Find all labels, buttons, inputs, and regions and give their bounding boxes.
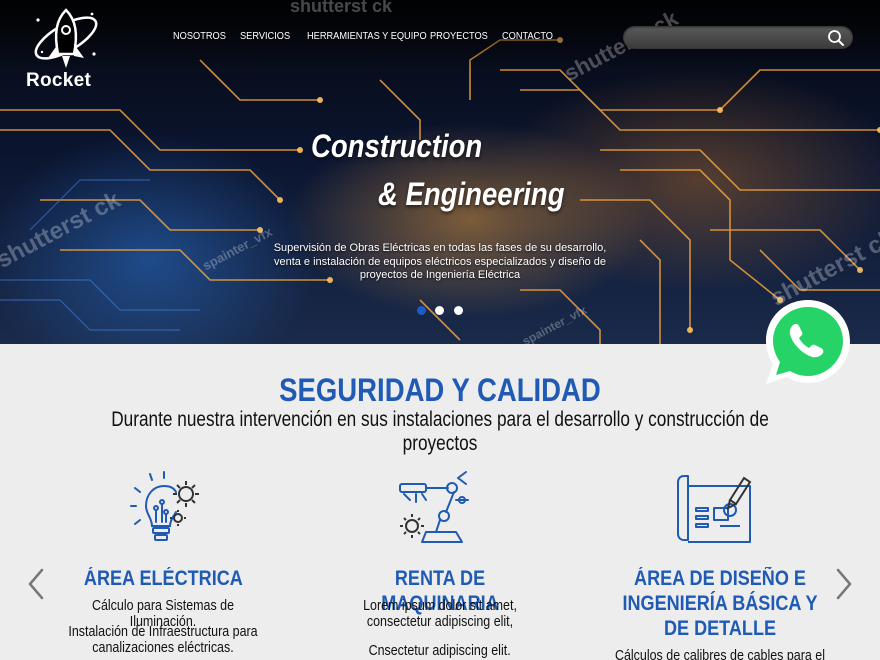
slider-dot-2[interactable] bbox=[435, 306, 444, 315]
slider-dot-1[interactable] bbox=[417, 306, 426, 315]
lightbulb-gear-icon bbox=[130, 471, 199, 541]
nav-item-nosotros[interactable]: NOSOTROS bbox=[173, 30, 226, 42]
card-text-electrica-2: Instalación de Infraestructura para cana… bbox=[68, 624, 258, 656]
section-title: SEGURIDAD Y CALIDAD bbox=[279, 372, 601, 408]
brand-name[interactable]: Rocket bbox=[26, 70, 91, 92]
card-title-area-diseno: ÁREA DE DISEÑO E INGENIERÍA BÁSICA Y DE … bbox=[622, 567, 818, 640]
nav-item-herramientas[interactable]: HERRAMIENTAS Y EQUIPO bbox=[307, 30, 427, 42]
nav-item-proyectos[interactable]: PROYECTOS bbox=[430, 30, 488, 42]
section-subtitle: Durante nuestra intervención en sus inst… bbox=[111, 408, 769, 455]
nav-item-servicios[interactable]: SERVICIOS bbox=[240, 30, 290, 42]
chevron-right-icon[interactable] bbox=[832, 566, 856, 602]
hero-title-line1: Construction bbox=[311, 128, 483, 164]
chevron-left-icon[interactable] bbox=[24, 566, 48, 602]
card-text-maquinaria-1: Lorem ipsum dolor sit amet, consectetur … bbox=[363, 598, 517, 630]
search-icon[interactable] bbox=[827, 29, 845, 47]
hero-description: Supervisión de Obras Eléctricas en todas… bbox=[273, 242, 607, 281]
hero-banner: shutterst ck shutterst ck shutterst ck s… bbox=[0, 0, 880, 344]
blueprint-icon bbox=[677, 475, 752, 543]
search-input[interactable] bbox=[635, 29, 825, 46]
hero-title-line2: & Engineering bbox=[378, 176, 565, 212]
card-text-diseno-1: Cálculos de calibres de cables para el f… bbox=[614, 648, 826, 660]
search-bar bbox=[623, 26, 853, 49]
slider-dot-3[interactable] bbox=[454, 306, 463, 315]
card-title-area-electrica: ÁREA ELÉCTRICA bbox=[83, 567, 243, 590]
card-text-maquinaria-2: Cnsectetur adipiscing elit. bbox=[368, 643, 512, 659]
robotic-arm-icon bbox=[399, 471, 469, 543]
nav-item-contacto[interactable]: CONTACTO bbox=[502, 30, 553, 42]
watermark: shutterst ck bbox=[290, 0, 393, 16]
